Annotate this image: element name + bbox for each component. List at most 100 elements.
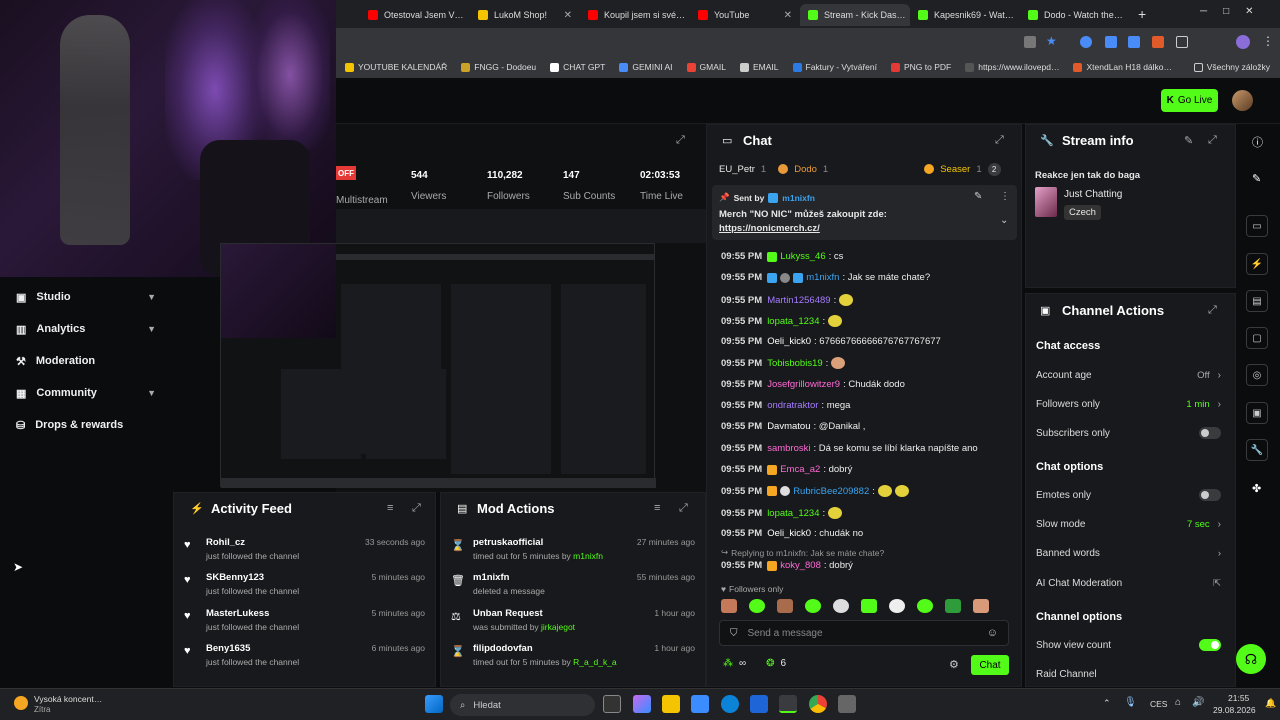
app-icon[interactable] [750, 695, 768, 713]
all-bookmarks[interactable]: Všechny záložky [1189, 62, 1280, 72]
more-icon[interactable]: ⋮ [1000, 191, 1010, 202]
category-name[interactable]: Just Chatting [1064, 189, 1122, 200]
emote-icon[interactable] [973, 599, 989, 613]
emote-icon[interactable] [777, 599, 793, 613]
expand-icon[interactable]: ⤢ [412, 502, 421, 515]
chat-message[interactable]: 09:55 PM lopata_1234: [721, 315, 843, 327]
chat-message[interactable]: 09:55 PM ondratraktor: mega [721, 400, 850, 411]
extension-icon[interactable] [1105, 36, 1117, 48]
emote-icon[interactable] [721, 599, 737, 613]
settings-icon[interactable]: ⚙ [949, 658, 959, 671]
chat-message[interactable]: 09:55 PM m1nixfn: Jak se máte chate? [721, 272, 930, 283]
sidebar-item-community[interactable]: ▦ Community ▼ [16, 382, 156, 404]
emote-icon[interactable] [917, 599, 933, 613]
show-view-count-toggle[interactable] [1199, 639, 1221, 651]
emoji-icon[interactable]: ☺ [987, 627, 998, 639]
tab-2[interactable]: LukoM Shop! ✕ [470, 4, 580, 26]
expand-icon[interactable]: ⤢ [1208, 304, 1217, 317]
send-chat-button[interactable]: Chat [971, 655, 1009, 675]
puzzle-icon[interactable]: ✤ [1252, 482, 1261, 495]
emote-icon[interactable] [805, 599, 821, 613]
extension-icon[interactable] [1080, 36, 1092, 48]
chat-message[interactable]: 09:55 PM Lukyss_46: cs [721, 251, 843, 262]
chat-message[interactable]: 09:55 PM Davmatou: @Danikal , [721, 421, 865, 432]
tab-7[interactable]: Dodo - Watch the…✕ [1020, 4, 1130, 26]
raid-channel-row[interactable]: Raid Channel [1036, 663, 1221, 685]
expand-icon[interactable]: ⤢ [995, 134, 1004, 147]
filter-icon[interactable]: ≡ [654, 502, 660, 514]
app-icon[interactable] [691, 695, 709, 713]
save-icon[interactable]: ▣ [1246, 402, 1268, 424]
window-controls[interactable]: ─□✕ [1200, 6, 1270, 17]
chat-message[interactable]: 09:55 PM RubricBee209882: [721, 485, 909, 497]
profile-icon[interactable] [1236, 35, 1250, 49]
wrench-icon[interactable]: 🔧 [1246, 439, 1268, 461]
emote-icon[interactable] [889, 599, 905, 613]
expand-icon[interactable]: ⤢ [1208, 134, 1217, 147]
help-button[interactable]: ☊ [1236, 644, 1266, 674]
banned-words-row[interactable]: Banned words › [1036, 542, 1221, 564]
expand-icon[interactable]: ⤢ [679, 502, 688, 515]
followers-only-row[interactable]: Followers only 1 min › [1036, 393, 1221, 415]
bookmark[interactable]: Faktury - Vytváření [788, 62, 882, 72]
chat-icon[interactable]: ▢ [1246, 327, 1268, 349]
terminal-icon[interactable] [779, 695, 797, 713]
network-icon[interactable]: ⌂ [1175, 697, 1181, 708]
close-icon[interactable]: ✕ [1129, 10, 1130, 21]
chat-message[interactable]: 09:55 PM Josefgrillowitzer9: Chudák dodo [721, 379, 905, 390]
extensions-puzzle-icon[interactable] [1176, 36, 1188, 48]
bookmark[interactable]: GEMINI AI [614, 62, 677, 72]
emote-icon[interactable] [749, 599, 765, 613]
points-icon[interactable]: ❂ [766, 658, 774, 669]
tray-chevron-icon[interactable]: ⌃ [1103, 698, 1111, 709]
tab-6[interactable]: Kapesnik69 - Wat…✕ [910, 4, 1020, 26]
menu-icon[interactable]: ⋮ [1262, 34, 1274, 48]
edge-icon[interactable] [721, 695, 739, 713]
bookmark[interactable]: https://www.ilovepd… [960, 62, 1064, 72]
bookmark[interactable]: PNG to PDF [886, 62, 956, 72]
bookmark[interactable]: XtendLan H18 dálko… [1068, 62, 1177, 72]
file-explorer-icon[interactable] [662, 695, 680, 713]
edit-icon[interactable]: ✎ [1252, 172, 1261, 185]
emote-icon[interactable] [945, 599, 961, 613]
close-icon[interactable]: ✕ [564, 10, 572, 21]
slow-mode-row[interactable]: Slow mode 7 sec › [1036, 513, 1221, 535]
notification-bell-icon[interactable]: 🔔 [1265, 698, 1276, 709]
chat-message[interactable]: 09:55 PM sambroski: Dá se komu se líbí kl… [721, 443, 978, 454]
chrome-icon[interactable] [809, 695, 827, 713]
chat-input[interactable]: ⛉ Send a message ☺ [719, 620, 1009, 646]
new-tab-icon[interactable]: + [1138, 6, 1146, 22]
chevron-down-icon[interactable]: ⌄ [1000, 215, 1008, 226]
chat-message[interactable]: 09:55 PM Oeli_kick0: chudák no [721, 528, 863, 539]
extension-icon[interactable] [1152, 36, 1164, 48]
list-icon[interactable]: ▤ [1246, 290, 1268, 312]
task-view-icon[interactable] [603, 695, 621, 713]
target-icon[interactable]: ◎ [1246, 364, 1268, 386]
bookmark[interactable]: GMAIL [682, 62, 731, 72]
users-icon[interactable]: ⁂ [723, 658, 733, 669]
go-live-button[interactable]: K Go Live [1161, 89, 1218, 112]
emote-icon[interactable] [833, 599, 849, 613]
account-age-row[interactable]: Account age Off › [1036, 364, 1221, 386]
bookmark[interactable]: CHAT GPT [545, 62, 610, 72]
chat-message[interactable]: 09:55 PM Tobisbobis19: [721, 357, 846, 369]
sidebar-item-analytics[interactable]: ▥ Analytics ▼ [16, 318, 156, 340]
edit-icon[interactable]: ✎ [1184, 134, 1193, 147]
subscribers-only-toggle[interactable] [1199, 427, 1221, 439]
unpin-icon[interactable]: ✎ [974, 191, 982, 202]
layout-icon[interactable]: ▭ [1246, 215, 1268, 237]
language-indicator[interactable]: CES [1150, 699, 1167, 709]
bookmark[interactable]: FNGG - Dodoeu [456, 62, 541, 72]
chat-message[interactable]: 09:55 PM Oeli_kick0: 67666766666676767767… [721, 336, 941, 347]
close-icon[interactable]: ✕ [784, 10, 792, 21]
extension-icon[interactable] [1128, 36, 1140, 48]
chat-message[interactable]: 09:55 PM Emca_a2: dobrý [721, 464, 852, 475]
tab-3[interactable]: Koupil jsem si své…✕ [580, 4, 690, 26]
emote-icon[interactable] [861, 599, 877, 613]
ai-chat-moderation-row[interactable]: AI Chat Moderation ⇱ [1036, 572, 1221, 594]
sidebar-item-drops[interactable]: ⛁ Drops & rewards [16, 414, 156, 436]
calculator-icon[interactable] [838, 695, 856, 713]
translate-icon[interactable] [1024, 36, 1036, 48]
chat-message[interactable]: 09:55 PM lopata_1234: [721, 507, 843, 519]
windows-start-icon[interactable] [425, 695, 443, 713]
